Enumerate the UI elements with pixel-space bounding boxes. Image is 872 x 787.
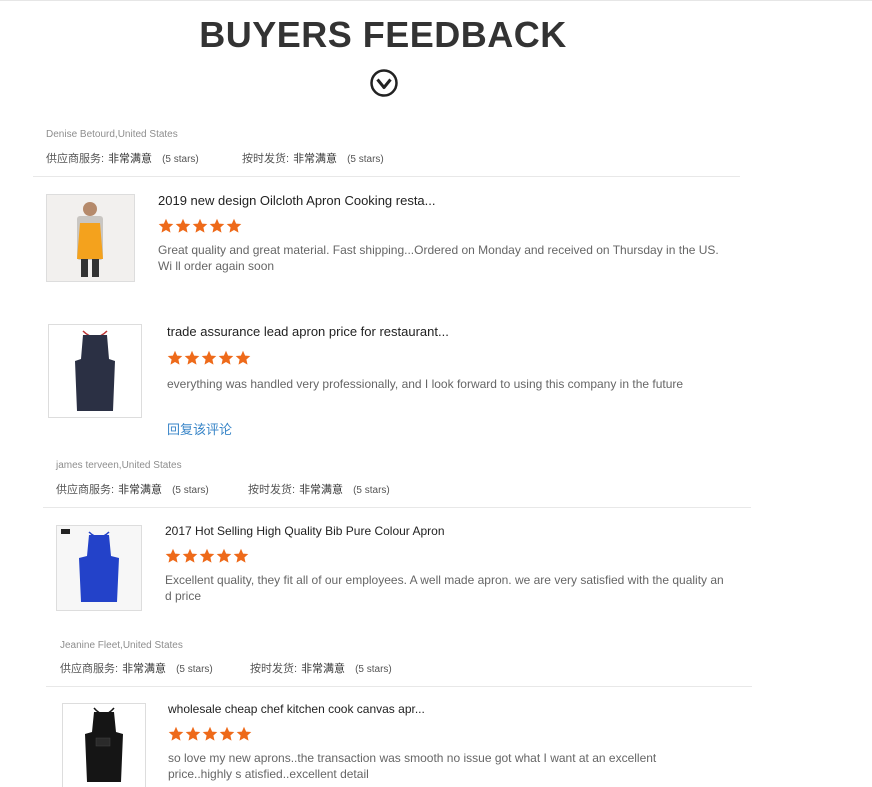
delivery-value: 非常满意	[293, 153, 338, 165]
delivery-rating: 按时发货: 非常满意 (5 stars)	[248, 481, 390, 497]
star-icon	[192, 218, 208, 233]
review-text: so love my new aprons..the transaction w…	[168, 751, 657, 781]
product-thumbnail[interactable]	[56, 525, 142, 611]
star-icon	[219, 726, 235, 741]
buyer-name: james terveen,United States	[56, 460, 182, 471]
delivery-value: 非常满意	[301, 663, 346, 675]
buyer-ratings: 供应商服务: 非常满意 (5 stars) 按时发货: 非常满意 (5 stars)	[60, 660, 392, 676]
star-icon	[184, 350, 200, 365]
review-text: Excellent quality, they fit all of our e…	[165, 573, 724, 603]
star-icon	[158, 218, 174, 233]
delivery-stars: (5 stars)	[347, 154, 384, 165]
star-icon	[235, 350, 251, 365]
supplier-service-value: 非常满意	[108, 153, 153, 165]
supplier-service-label: 供应商服务:	[56, 484, 115, 496]
star-icon	[236, 726, 252, 741]
buyer-name: Jeanine Fleet,United States	[60, 640, 183, 651]
supplier-service-label: 供应商服务:	[46, 153, 105, 165]
star-icon	[233, 548, 249, 563]
supplier-service-value: 非常满意	[118, 484, 163, 496]
star-icon	[168, 726, 184, 741]
star-icon	[202, 726, 218, 741]
supplier-service-stars: (5 stars)	[162, 154, 199, 165]
delivery-label: 按时发货:	[242, 153, 290, 165]
product-image	[57, 526, 141, 610]
supplier-service-value: 非常满意	[122, 663, 167, 675]
star-icon	[175, 218, 191, 233]
delivery-rating: 按时发货: 非常满意 (5 stars)	[250, 660, 392, 676]
supplier-service-stars: (5 stars)	[176, 664, 213, 675]
divider	[43, 507, 751, 508]
star-rating	[158, 218, 243, 236]
product-thumbnail[interactable]	[62, 703, 146, 787]
product-title[interactable]: 2019 new design Oilcloth Apron Cooking r…	[158, 193, 436, 208]
delivery-value: 非常满意	[299, 484, 344, 496]
reply-comment-link[interactable]: 回复该评论	[167, 419, 232, 438]
star-icon	[165, 548, 181, 563]
star-rating	[167, 350, 252, 368]
product-image	[49, 325, 141, 417]
star-rating	[165, 548, 250, 566]
product-image	[63, 704, 145, 787]
star-rating	[168, 726, 253, 744]
top-rule	[0, 0, 872, 1]
star-icon	[199, 548, 215, 563]
product-title[interactable]: trade assurance lead apron price for res…	[167, 324, 449, 339]
review-text: everything was handled very professional…	[167, 377, 684, 391]
divider	[33, 176, 740, 177]
star-icon	[226, 218, 242, 233]
review-text: Great quality and great material. Fast s…	[158, 243, 719, 273]
star-icon	[182, 548, 198, 563]
circle-chevron-down-icon[interactable]	[369, 68, 399, 98]
buyer-ratings: 供应商服务: 非常满意 (5 stars) 按时发货: 非常满意 (5 stars)	[46, 150, 384, 166]
supplier-service-stars: (5 stars)	[172, 485, 209, 496]
star-icon	[218, 350, 234, 365]
buyer-name: Denise Betourd,United States	[46, 129, 178, 140]
supplier-service-label: 供应商服务:	[60, 663, 119, 675]
delivery-label: 按时发货:	[248, 484, 296, 496]
product-title[interactable]: wholesale cheap chef kitchen cook canvas…	[168, 702, 425, 716]
star-icon	[209, 218, 225, 233]
delivery-stars: (5 stars)	[355, 664, 392, 675]
star-icon	[201, 350, 217, 365]
star-icon	[216, 548, 232, 563]
delivery-stars: (5 stars)	[353, 485, 390, 496]
delivery-label: 按时发货:	[250, 663, 298, 675]
product-thumbnail[interactable]	[46, 194, 135, 282]
product-thumbnail[interactable]	[48, 324, 142, 418]
buyer-ratings: 供应商服务: 非常满意 (5 stars) 按时发货: 非常满意 (5 stars)	[56, 481, 390, 497]
divider	[46, 686, 752, 687]
star-icon	[185, 726, 201, 741]
product-title[interactable]: 2017 Hot Selling High Quality Bib Pure C…	[165, 524, 445, 538]
page-title: BUYERS FEEDBACK	[199, 14, 567, 55]
delivery-rating: 按时发货: 非常满意 (5 stars)	[242, 150, 384, 166]
star-icon	[167, 350, 183, 365]
product-image	[47, 195, 134, 281]
